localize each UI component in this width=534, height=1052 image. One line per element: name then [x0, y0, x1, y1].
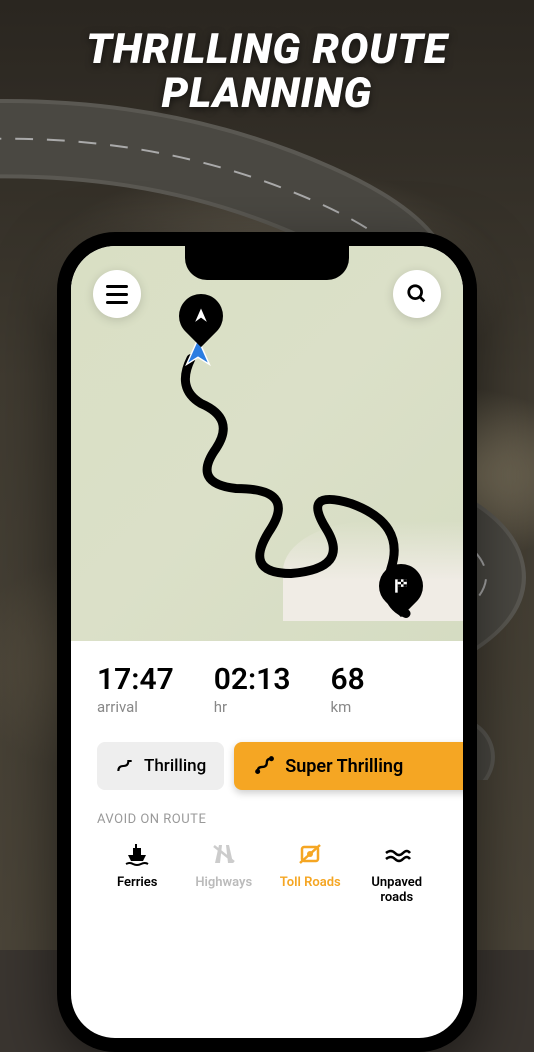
- info-panel: 17:47 arrival 02:13 hr 68 km T: [71, 641, 463, 906]
- phone-screen: 17:47 arrival 02:13 hr 68 km T: [71, 246, 463, 1038]
- headline: THRILLING ROUTE PLANNING: [0, 0, 534, 116]
- route-curve-icon: [115, 756, 135, 776]
- phone-frame: 17:47 arrival 02:13 hr 68 km T: [57, 232, 477, 1052]
- headline-line2: PLANNING: [0, 72, 534, 116]
- avoid-unpaved-label: Unpaved roads: [371, 876, 422, 906]
- stat-duration: 02:13 hr: [214, 665, 291, 716]
- duration-label: hr: [214, 698, 291, 716]
- avoid-section-title: AVOID ON ROUTE: [97, 812, 437, 827]
- avoid-unpaved[interactable]: Unpaved roads: [357, 839, 438, 906]
- distance-label: km: [330, 698, 364, 716]
- mode-super-label: Super Thrilling: [285, 756, 403, 777]
- hamburger-icon: [106, 285, 128, 304]
- avoid-ferries[interactable]: Ferries: [97, 839, 178, 906]
- menu-button[interactable]: [93, 270, 141, 318]
- avoid-highways-label: Highways: [195, 876, 252, 891]
- stat-arrival: 17:47 arrival: [97, 665, 174, 716]
- avoid-toll-roads[interactable]: Toll Roads: [270, 839, 351, 906]
- toll-icon: [295, 841, 325, 867]
- mode-thrilling-label: Thrilling: [144, 756, 206, 776]
- phone-notch: [185, 246, 349, 280]
- avoid-ferries-label: Ferries: [117, 876, 157, 891]
- route-twisty-icon: [254, 755, 276, 777]
- map-area[interactable]: [71, 246, 463, 641]
- stat-distance: 68 km: [330, 665, 364, 716]
- mode-super-thrilling-button[interactable]: Super Thrilling: [234, 742, 463, 790]
- unpaved-icon: [382, 841, 412, 867]
- mode-selector: Thrilling Super Thrilling: [97, 742, 437, 790]
- mode-thrilling-button[interactable]: Thrilling: [97, 742, 224, 790]
- arrival-value: 17:47: [97, 665, 174, 695]
- search-icon: [406, 283, 428, 305]
- headline-line1: THRILLING ROUTE: [0, 28, 534, 72]
- stats-row: 17:47 arrival 02:13 hr 68 km: [97, 665, 437, 716]
- distance-value: 68: [330, 665, 364, 695]
- avoid-highways[interactable]: Highways: [184, 839, 265, 906]
- avoid-toll-label: Toll Roads: [280, 876, 341, 891]
- highway-icon: [209, 841, 239, 867]
- avoid-options: Ferries Highways: [97, 839, 437, 906]
- search-button[interactable]: [393, 270, 441, 318]
- flag-icon: [391, 576, 411, 596]
- arrival-label: arrival: [97, 698, 174, 716]
- duration-value: 02:13: [214, 665, 291, 695]
- destination-pin[interactable]: [379, 564, 423, 608]
- ferry-icon: [122, 841, 152, 867]
